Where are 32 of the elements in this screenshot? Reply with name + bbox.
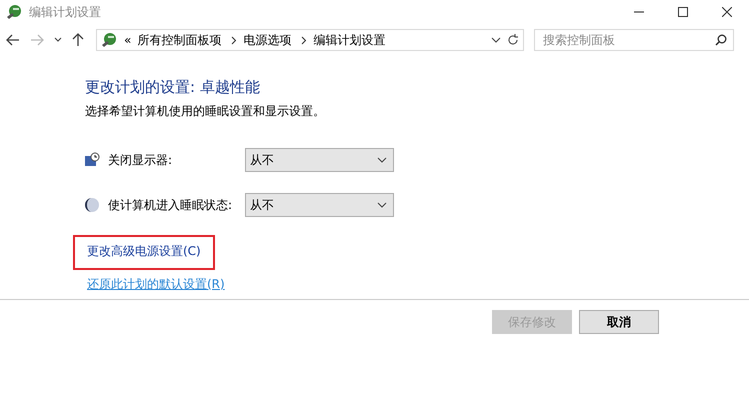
breadcrumb[interactable]: 所有控制面板项: [137, 32, 222, 48]
setting-label: 关闭显示器:: [108, 152, 174, 168]
window-title: 编辑计划设置: [29, 4, 102, 20]
dropdown[interactable]: 从不: [245, 193, 394, 217]
overflow-chevrons[interactable]: «: [124, 33, 132, 47]
power-plan-icon: [5, 3, 23, 21]
moon-icon: [84, 197, 100, 213]
page-heading: 更改计划的设置: 卓越性能: [85, 78, 261, 97]
back-arrow-icon[interactable]: [6, 34, 20, 46]
chevron-down-icon: [377, 157, 387, 163]
monitor-clock-icon: [84, 152, 100, 168]
cancel-button[interactable]: 取消: [579, 310, 659, 334]
link[interactable]: 还原此计划的默认设置(R): [87, 277, 225, 291]
search-icon: [715, 34, 727, 46]
refresh-icon[interactable]: [507, 34, 519, 46]
setting-label: 使计算机进入睡眠状态:: [108, 196, 234, 214]
power-plan-icon: [100, 31, 118, 49]
chevron-down-icon[interactable]: [54, 37, 62, 43]
maximize-icon[interactable]: [678, 7, 688, 17]
dropdown[interactable]: 从不: [245, 148, 394, 172]
close-icon[interactable]: [722, 7, 732, 17]
description: 选择希望计算机使用的睡眠设置和显示设置。: [85, 103, 326, 120]
chevron-down-icon: [377, 202, 387, 208]
chevron-right-icon: [231, 36, 238, 44]
chevron-right-icon: [301, 36, 308, 44]
address-bar[interactable]: « 所有控制面板项 电源选项 编辑计划设置: [96, 29, 524, 51]
link[interactable]: 更改高级电源设置(C): [87, 244, 201, 258]
breadcrumb[interactable]: 编辑计划设置: [313, 32, 386, 48]
breadcrumb[interactable]: 电源选项: [243, 32, 292, 48]
search-field[interactable]: 搜索控制面板: [534, 29, 734, 51]
chevron-down-icon[interactable]: [491, 37, 501, 43]
up-arrow-icon[interactable]: [72, 33, 84, 47]
